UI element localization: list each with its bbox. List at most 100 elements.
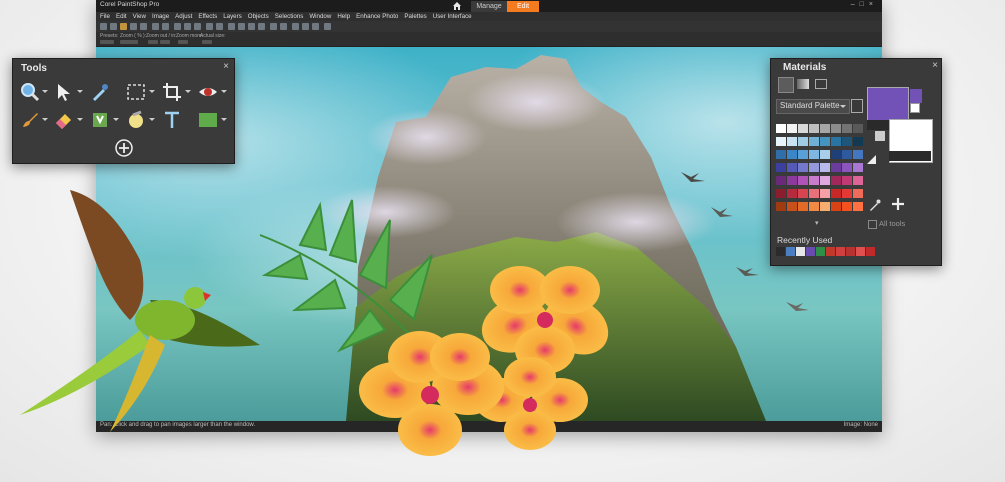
- color-swatch[interactable]: [776, 150, 786, 159]
- color-swatch[interactable]: [809, 150, 819, 159]
- palette-dropdown[interactable]: Standard Palette: [776, 99, 850, 114]
- color-swatch[interactable]: [787, 137, 797, 146]
- color-swatch[interactable]: [831, 124, 841, 133]
- color-swatch[interactable]: [776, 202, 786, 211]
- recent-color-swatch[interactable]: [776, 247, 785, 256]
- recent-color-swatch[interactable]: [796, 247, 805, 256]
- color-swatch[interactable]: [820, 163, 830, 172]
- color-swatch[interactable]: [853, 176, 863, 185]
- color-swatch[interactable]: [776, 137, 786, 146]
- background-mode-icons[interactable]: [889, 151, 931, 161]
- color-swatch[interactable]: [842, 189, 852, 198]
- color-swatch[interactable]: [787, 150, 797, 159]
- materials-close-icon[interactable]: ×: [932, 60, 938, 71]
- color-swatch[interactable]: [809, 124, 819, 133]
- color-swatch[interactable]: [809, 176, 819, 185]
- transparency-toggle-icon[interactable]: [867, 155, 876, 164]
- color-swatch[interactable]: [787, 176, 797, 185]
- crop-dropdown-icon[interactable]: [185, 90, 191, 93]
- color-swatch[interactable]: [853, 150, 863, 159]
- color-swatch[interactable]: [831, 202, 841, 211]
- color-swatch[interactable]: [798, 150, 808, 159]
- color-swatch[interactable]: [842, 176, 852, 185]
- foreground-secondary-swatch[interactable]: [910, 89, 922, 103]
- color-swatch[interactable]: [842, 163, 852, 172]
- add-swatch-icon[interactable]: [891, 197, 905, 211]
- expand-chevron-icon[interactable]: ▾: [815, 219, 819, 227]
- fill-dropdown-icon[interactable]: [113, 118, 119, 121]
- recent-color-swatch[interactable]: [806, 247, 815, 256]
- gradient-tab-icon[interactable]: [797, 79, 809, 89]
- recent-color-swatch[interactable]: [816, 247, 825, 256]
- red-eye-icon[interactable]: [197, 81, 219, 103]
- smudge-dropdown-icon[interactable]: [149, 118, 155, 121]
- color-swatch[interactable]: [831, 137, 841, 146]
- zoom-dropdown-icon[interactable]: [42, 90, 48, 93]
- dropper-icon[interactable]: [89, 81, 111, 103]
- color-swatch[interactable]: [842, 150, 852, 159]
- background-mode-icon[interactable]: [875, 131, 885, 141]
- color-swatch[interactable]: [820, 124, 830, 133]
- recent-color-swatch[interactable]: [846, 247, 855, 256]
- recent-colors[interactable]: [776, 247, 886, 256]
- color-swatch[interactable]: [776, 176, 786, 185]
- palette-options-icon[interactable]: [851, 99, 863, 113]
- color-swatch[interactable]: [798, 189, 808, 198]
- zoom-icon[interactable]: [19, 81, 41, 103]
- crop-icon[interactable]: [161, 81, 183, 103]
- color-swatch[interactable]: [776, 189, 786, 198]
- color-wheel-tab-icon[interactable]: [815, 79, 827, 89]
- color-swatch[interactable]: [842, 202, 852, 211]
- paint-brush-icon[interactable]: [19, 109, 41, 131]
- red-eye-dropdown-icon[interactable]: [221, 90, 227, 93]
- selection-dropdown-icon[interactable]: [149, 90, 155, 93]
- color-swatch[interactable]: [798, 124, 808, 133]
- brush-dropdown-icon[interactable]: [42, 118, 48, 121]
- color-swatch[interactable]: [776, 124, 786, 133]
- eraser-icon[interactable]: [53, 109, 75, 131]
- smudge-icon[interactable]: [125, 109, 147, 131]
- color-swatch[interactable]: [853, 189, 863, 198]
- recent-color-swatch[interactable]: [856, 247, 865, 256]
- color-swatch[interactable]: [842, 124, 852, 133]
- color-swatch[interactable]: [831, 189, 841, 198]
- color-swatch[interactable]: [831, 150, 841, 159]
- color-swatch[interactable]: [853, 124, 863, 133]
- add-tool-icon[interactable]: [113, 137, 135, 159]
- color-swatch[interactable]: [787, 202, 797, 211]
- swatches-tab-icon[interactable]: [778, 77, 794, 93]
- color-swatch[interactable]: [820, 137, 830, 146]
- tools-close-icon[interactable]: ×: [223, 61, 229, 72]
- fill-icon[interactable]: [89, 109, 111, 131]
- color-swatch[interactable]: [809, 163, 819, 172]
- recent-color-swatch[interactable]: [866, 247, 875, 256]
- color-swatch[interactable]: [820, 202, 830, 211]
- rectangle-icon[interactable]: [197, 109, 219, 131]
- recent-color-swatch[interactable]: [786, 247, 795, 256]
- color-swatch[interactable]: [820, 189, 830, 198]
- color-swatch[interactable]: [820, 176, 830, 185]
- color-swatch[interactable]: [798, 176, 808, 185]
- color-swatch[interactable]: [820, 150, 830, 159]
- eraser-dropdown-icon[interactable]: [77, 118, 83, 121]
- shape-dropdown-icon[interactable]: [221, 118, 227, 121]
- foreground-color-swatch[interactable]: [867, 87, 909, 121]
- swap-colors-icon[interactable]: [910, 103, 920, 113]
- color-swatch[interactable]: [831, 176, 841, 185]
- selection-icon[interactable]: [125, 81, 147, 103]
- color-swatch[interactable]: [787, 163, 797, 172]
- recent-color-swatch[interactable]: [836, 247, 845, 256]
- color-swatch[interactable]: [809, 137, 819, 146]
- pointer-dropdown-icon[interactable]: [77, 90, 83, 93]
- swatch-grid[interactable]: [776, 124, 864, 217]
- color-swatch[interactable]: [853, 202, 863, 211]
- pointer-icon[interactable]: [53, 81, 75, 103]
- color-swatch[interactable]: [853, 163, 863, 172]
- color-swatch[interactable]: [787, 189, 797, 198]
- dropper-icon[interactable]: [869, 199, 881, 211]
- color-swatch[interactable]: [809, 202, 819, 211]
- color-swatch[interactable]: [776, 163, 786, 172]
- color-swatch[interactable]: [798, 137, 808, 146]
- color-swatch[interactable]: [798, 163, 808, 172]
- all-tools-checkbox[interactable]: [868, 220, 877, 229]
